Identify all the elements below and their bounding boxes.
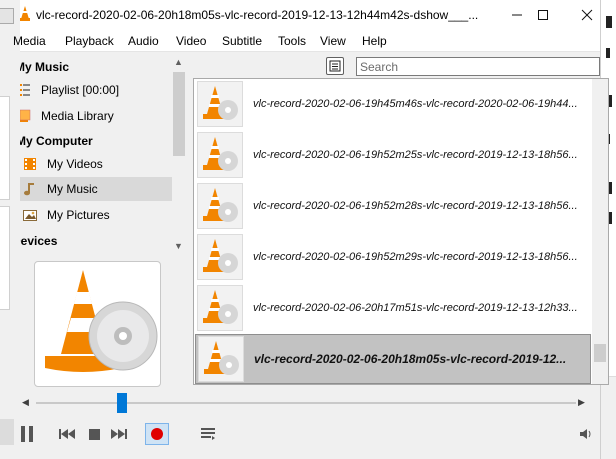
playlist-view: vlc-record-2020-02-06-19h45m46s-vlc-reco…	[193, 78, 609, 385]
menu-view[interactable]: View	[320, 34, 346, 48]
record-button[interactable]	[145, 423, 169, 445]
playlist-item-name: vlc-record-2020-02-06-19h52m28s-vlc-reco…	[253, 200, 578, 212]
playlist-icon	[20, 82, 32, 98]
close-icon	[581, 9, 593, 21]
playlist-row[interactable]: vlc-record-2020-02-06-20h17m51s-vlc-reco…	[195, 283, 591, 333]
next-icon	[111, 429, 127, 439]
vlc-cone-thumbnail	[197, 234, 243, 280]
menu-tools[interactable]: Tools	[278, 34, 306, 48]
stop-icon	[88, 428, 100, 440]
playlist-row[interactable]: vlc-record-2020-02-06-19h52m28s-vlc-reco…	[195, 181, 591, 231]
previous-icon	[59, 429, 75, 439]
search-input[interactable]	[356, 57, 600, 76]
window-title: vlc-record-2020-02-06-20h18m05s-vlc-reco…	[36, 8, 479, 22]
vlc-cone-thumbnail	[197, 81, 243, 127]
close-button[interactable]	[564, 0, 610, 30]
sidebar-item-label: My Videos	[47, 157, 103, 171]
seek-right-icon: ▶	[578, 397, 585, 407]
next-button[interactable]	[110, 423, 128, 445]
playlist-item-name: vlc-record-2020-02-06-20h17m51s-vlc-reco…	[253, 302, 578, 314]
playlist-scroll-thumb[interactable]	[594, 344, 606, 362]
music-note-icon	[22, 181, 38, 197]
vlc-cone-thumbnail	[197, 132, 243, 178]
maximize-icon	[538, 10, 548, 20]
playlist-toggle-icon	[201, 428, 215, 440]
volume-button[interactable]	[578, 423, 594, 445]
picture-icon	[22, 207, 38, 223]
list-view-icon	[329, 60, 341, 72]
vlc-cone-thumbnail	[197, 183, 243, 229]
media-library-icon	[20, 108, 32, 124]
menu-video[interactable]: Video	[176, 34, 206, 48]
background-bottom	[0, 419, 14, 445]
background-chip	[0, 8, 14, 24]
sidebar-item-media-library[interactable]: Media Library	[20, 104, 172, 128]
scroll-down-icon[interactable]: ▼	[174, 241, 183, 251]
film-icon	[22, 156, 38, 172]
background-mark	[606, 48, 610, 58]
playlist-row-selected[interactable]: vlc-record-2020-02-06-20h18m05s-vlc-reco…	[195, 334, 591, 384]
sidebar-scrollbar[interactable]: ▲ ▼	[172, 55, 186, 255]
playlist-row[interactable]: vlc-record-2020-02-06-19h52m29s-vlc-reco…	[195, 232, 591, 282]
background-panel	[0, 96, 10, 200]
vlc-cone-thumbnail	[198, 336, 244, 382]
playlist-item-name: vlc-record-2020-02-06-20h18m05s-vlc-reco…	[254, 352, 567, 366]
scroll-up-icon[interactable]: ▲	[174, 57, 183, 67]
sidebar-item-my-pictures[interactable]: My Pictures	[20, 203, 172, 227]
sidebar-item-my-videos[interactable]: My Videos	[20, 152, 172, 176]
sidebar-item-my-music[interactable]: My Music	[20, 177, 172, 201]
vlc-cone-art	[45, 270, 158, 372]
background-panel	[0, 206, 10, 310]
vlc-window: vlc-record-2020-02-06-20h18m05s-vlc-reco…	[13, 0, 609, 459]
sidebar-item-playlist[interactable]: Playlist [00:00]	[20, 78, 172, 102]
menu-subtitle[interactable]: Subtitle	[222, 34, 262, 48]
maximize-button[interactable]	[520, 0, 566, 30]
sidebar-item-label: My Pictures	[47, 208, 110, 222]
sidebar-scroll-thumb[interactable]	[173, 72, 185, 156]
playlist-scrollbar[interactable]	[592, 79, 608, 384]
vlc-cone-thumbnail	[197, 285, 243, 331]
playlist-item-name: vlc-record-2020-02-06-19h45m46s-vlc-reco…	[253, 98, 578, 110]
seek-handle[interactable]	[117, 393, 128, 413]
seek-bar[interactable]: ◀ ▶	[22, 393, 585, 413]
pause-button[interactable]	[20, 423, 38, 445]
background-window-left	[0, 0, 20, 459]
playlist-row[interactable]: vlc-record-2020-02-06-19h52m25s-vlc-reco…	[195, 130, 591, 180]
album-art	[34, 261, 161, 387]
background-scrollbar	[601, 376, 616, 459]
playlist-row[interactable]: vlc-record-2020-02-06-19h45m46s-vlc-reco…	[195, 79, 591, 129]
sidebar-item-label: My Music	[47, 182, 98, 196]
menu-media[interactable]: Media	[13, 34, 46, 48]
record-icon	[151, 428, 163, 440]
title-bar[interactable]: vlc-record-2020-02-06-20h18m05s-vlc-reco…	[20, 0, 600, 30]
pause-icon	[21, 426, 33, 442]
previous-button[interactable]	[58, 423, 76, 445]
sidebar: My Music Playlist [00:00] Media Library	[20, 55, 172, 255]
sidebar-header-my-computer: My Computer	[20, 134, 93, 148]
sidebar-header-my-music: My Music	[20, 60, 70, 74]
menu-help[interactable]: Help	[362, 34, 387, 48]
menu-bar: Media Playback Audio Video Subtitle Tool…	[13, 30, 600, 52]
menu-playback[interactable]: Playback	[65, 34, 114, 48]
speaker-icon	[580, 429, 591, 439]
sidebar-item-label: Media Library	[41, 109, 114, 123]
playlist-item-name: vlc-record-2020-02-06-19h52m29s-vlc-reco…	[253, 251, 578, 263]
playlist-toggle-button[interactable]	[200, 423, 216, 445]
seek-left-icon: ◀	[22, 397, 29, 407]
vlc-cone-icon	[20, 6, 30, 21]
playlist-item-name: vlc-record-2020-02-06-19h52m25s-vlc-reco…	[253, 149, 578, 161]
stop-button[interactable]	[86, 423, 102, 445]
sidebar-header-devices: Devices	[20, 234, 58, 248]
sidebar-item-label: Playlist [00:00]	[41, 83, 120, 97]
menu-audio[interactable]: Audio	[128, 34, 159, 48]
view-mode-button[interactable]	[326, 57, 344, 75]
